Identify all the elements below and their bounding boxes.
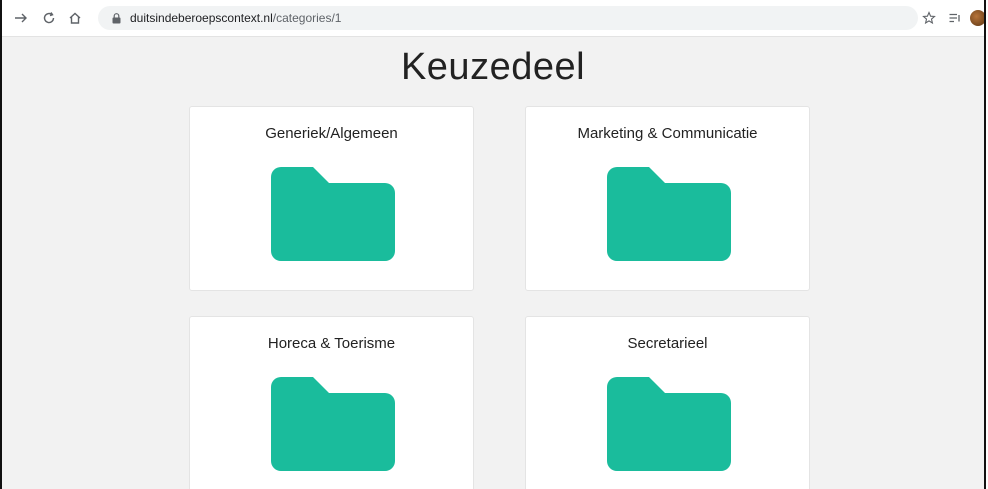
category-title: Secretarieel (627, 335, 708, 352)
address-bar[interactable]: duitsindeberoepscontext.nl/categories/1 (98, 6, 918, 30)
lock-icon (110, 11, 122, 25)
profile-avatar[interactable] (970, 10, 984, 26)
page-content: Keuzedeel Generiek/Algemeen Marketing & … (2, 37, 984, 489)
category-title: Marketing & Communicatie (577, 125, 758, 142)
category-title: Generiek/Algemeen (265, 125, 398, 142)
star-icon[interactable] (920, 9, 938, 27)
category-card-horeca[interactable]: Horeca & Toerisme (189, 316, 474, 489)
browser-window: duitsindeberoepscontext.nl/categories/1 … (0, 0, 986, 489)
home-icon[interactable] (66, 9, 84, 27)
category-card-secretarieel[interactable]: Secretarieel (525, 316, 810, 489)
url-path: /categories/1 (272, 11, 342, 25)
url-text: duitsindeberoepscontext.nl/categories/1 (130, 11, 341, 25)
folder-icon (607, 167, 731, 261)
url-domain: duitsindeberoepscontext.nl (130, 11, 273, 25)
category-card-marketing[interactable]: Marketing & Communicatie (525, 106, 810, 291)
forward-arrow-icon[interactable] (12, 9, 30, 27)
browser-toolbar: duitsindeberoepscontext.nl/categories/1 (2, 0, 984, 37)
reading-list-icon[interactable] (946, 9, 964, 27)
folder-icon (607, 377, 731, 471)
category-card-generiek[interactable]: Generiek/Algemeen (189, 106, 474, 291)
folder-icon (271, 167, 395, 261)
page-title: Keuzedeel (400, 46, 586, 88)
category-title: Horeca & Toerisme (267, 335, 396, 352)
folder-icon (271, 377, 395, 471)
reload-icon[interactable] (40, 9, 58, 27)
